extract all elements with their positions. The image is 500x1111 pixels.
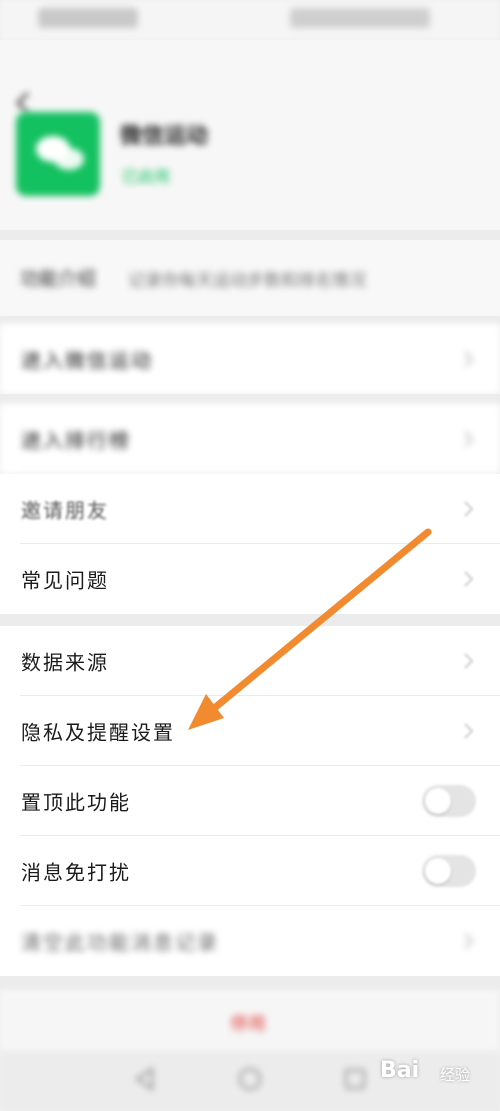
status-carrier — [38, 8, 138, 28]
row-clear-history[interactable]: 清空此功能消息记录 — [0, 906, 500, 976]
row-label: 隐私及提醒设置 — [21, 720, 175, 745]
status-bar — [0, 0, 500, 40]
row-invite-friends[interactable]: 邀请朋友 — [0, 474, 500, 544]
chevron-right-icon — [464, 351, 474, 367]
row-faq[interactable]: 常见问题 — [0, 544, 500, 614]
row-enter-rank[interactable]: 进入排行榜 — [0, 404, 500, 474]
divider — [0, 316, 500, 324]
row-label: 清空此功能消息记录 — [21, 930, 219, 955]
row-label: 进入排行榜 — [21, 428, 131, 453]
pin-top-toggle[interactable] — [422, 785, 476, 817]
row-label: 数据来源 — [21, 650, 109, 675]
row-data-source[interactable]: 数据来源 — [0, 626, 500, 696]
row-privacy-settings[interactable]: 隐私及提醒设置 — [0, 696, 500, 766]
chevron-right-icon — [464, 723, 474, 739]
chevron-right-icon — [464, 653, 474, 669]
chevron-right-icon — [464, 431, 474, 447]
chevron-right-icon — [464, 501, 474, 517]
row-label: 置顶此功能 — [21, 790, 131, 815]
row-label: 消息免打扰 — [21, 860, 131, 885]
row-enter-sport[interactable]: 进入微信运动 — [0, 324, 500, 394]
row-label: 进入微信运动 — [21, 348, 153, 373]
wechat-sport-icon — [16, 112, 100, 196]
row-mute: 消息免打扰 — [0, 836, 500, 906]
baidu-watermark: Bai — [380, 1058, 420, 1083]
circle-home-icon[interactable] — [237, 1066, 263, 1092]
chevron-right-icon — [464, 933, 474, 949]
divider — [0, 394, 500, 404]
intro-label: 功能介绍 — [20, 268, 97, 290]
status-icons — [290, 8, 430, 28]
system-nav-bar — [0, 1052, 500, 1111]
intro-text: 记录你每天运动步数和排名情况 — [128, 271, 366, 291]
chevron-right-icon — [464, 571, 474, 587]
mute-toggle[interactable] — [422, 855, 476, 887]
disable-bar[interactable]: 停用 — [0, 990, 500, 1052]
baidu-watermark-sub: 经验 — [440, 1066, 471, 1084]
divider — [0, 976, 500, 990]
row-pin-top: 置顶此功能 — [0, 766, 500, 836]
row-label: 常见问题 — [21, 568, 109, 593]
app-status: 已启用 — [122, 167, 171, 186]
row-label: 邀请朋友 — [21, 498, 109, 523]
divider — [0, 230, 500, 240]
divider — [0, 614, 500, 626]
disable-button[interactable]: 停用 — [230, 1010, 266, 1036]
triangle-back-icon[interactable] — [132, 1066, 158, 1092]
square-recent-icon[interactable] — [342, 1066, 368, 1092]
app-name: 微信运动 — [120, 124, 209, 149]
